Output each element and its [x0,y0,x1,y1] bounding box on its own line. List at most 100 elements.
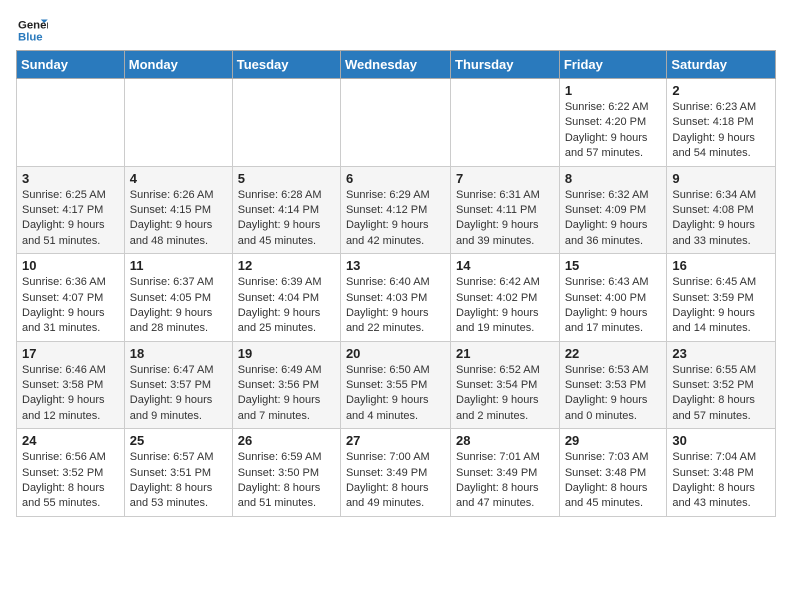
day-number: 21 [456,346,554,361]
calendar-cell: 14 Sunrise: 6:42 AM Sunset: 4:02 PM Dayli… [451,254,560,342]
calendar-header-wednesday: Wednesday [340,51,450,79]
day-info: Sunrise: 6:57 AM Sunset: 3:51 PM Dayligh… [130,450,227,512]
calendar-cell: 29 Sunrise: 7:03 AM Sunset: 3:48 PM Dayli… [559,429,667,517]
day-info: Sunrise: 6:49 AM Sunset: 3:56 PM Dayligh… [238,363,335,425]
calendar-week-3: 10 Sunrise: 6:36 AM Sunset: 4:07 PM Dayli… [17,254,776,342]
day-number: 4 [130,171,227,186]
day-number: 10 [22,258,119,273]
calendar-cell: 16Sunrise: 6:45 AM Sunset: 3:59 PM Dayli… [667,254,776,342]
calendar-cell: 13 Sunrise: 6:40 AM Sunset: 4:03 PM Dayli… [340,254,450,342]
calendar-cell: 10 Sunrise: 6:36 AM Sunset: 4:07 PM Dayli… [17,254,125,342]
day-number: 11 [130,258,227,273]
calendar-cell [451,79,560,167]
calendar-cell: 26Sunrise: 6:59 AM Sunset: 3:50 PM Dayli… [232,429,340,517]
day-info: Sunrise: 6:26 AM Sunset: 4:15 PM Dayligh… [130,188,227,250]
day-info: Sunrise: 6:42 AM Sunset: 4:02 PM Dayligh… [456,275,554,337]
calendar-cell: 23 Sunrise: 6:55 AM Sunset: 3:52 PM Dayli… [667,341,776,429]
calendar-cell [17,79,125,167]
calendar-week-2: 3 Sunrise: 6:25 AM Sunset: 4:17 PM Daylig… [17,166,776,254]
day-number: 1 [565,83,662,98]
calendar-header-friday: Friday [559,51,667,79]
calendar-cell: 3 Sunrise: 6:25 AM Sunset: 4:17 PM Daylig… [17,166,125,254]
day-info: Sunrise: 6:28 AM Sunset: 4:14 PM Dayligh… [238,188,335,250]
day-number: 2 [672,83,770,98]
calendar-header-tuesday: Tuesday [232,51,340,79]
logo-icon: General Blue [16,16,48,44]
day-number: 19 [238,346,335,361]
calendar-cell [340,79,450,167]
day-number: 22 [565,346,662,361]
day-number: 25 [130,433,227,448]
day-info: Sunrise: 6:22 AM Sunset: 4:20 PM Dayligh… [565,100,662,162]
calendar-cell: 6Sunrise: 6:29 AM Sunset: 4:12 PM Daylig… [340,166,450,254]
day-info: Sunrise: 6:50 AM Sunset: 3:55 PM Dayligh… [346,363,445,425]
day-number: 16 [672,258,770,273]
calendar-cell: 9 Sunrise: 6:34 AM Sunset: 4:08 PM Daylig… [667,166,776,254]
calendar-cell: 7Sunrise: 6:31 AM Sunset: 4:11 PM Daylig… [451,166,560,254]
calendar-cell: 19 Sunrise: 6:49 AM Sunset: 3:56 PM Dayli… [232,341,340,429]
day-info: Sunrise: 6:40 AM Sunset: 4:03 PM Dayligh… [346,275,445,337]
calendar-cell: 30 Sunrise: 7:04 AM Sunset: 3:48 PM Dayli… [667,429,776,517]
day-number: 28 [456,433,554,448]
day-info: Sunrise: 6:55 AM Sunset: 3:52 PM Dayligh… [672,363,770,425]
day-number: 14 [456,258,554,273]
day-number: 3 [22,171,119,186]
calendar-cell: 8 Sunrise: 6:32 AM Sunset: 4:09 PM Daylig… [559,166,667,254]
day-info: Sunrise: 6:23 AM Sunset: 4:18 PM Dayligh… [672,100,770,162]
day-info: Sunrise: 6:53 AM Sunset: 3:53 PM Dayligh… [565,363,662,425]
day-info: Sunrise: 6:56 AM Sunset: 3:52 PM Dayligh… [22,450,119,512]
svg-text:Blue: Blue [18,32,43,44]
day-info: Sunrise: 6:43 AM Sunset: 4:00 PM Dayligh… [565,275,662,337]
day-info: Sunrise: 7:01 AM Sunset: 3:49 PM Dayligh… [456,450,554,512]
calendar-cell: 18Sunrise: 6:47 AM Sunset: 3:57 PM Dayli… [124,341,232,429]
day-info: Sunrise: 6:46 AM Sunset: 3:58 PM Dayligh… [22,363,119,425]
calendar-cell: 25 Sunrise: 6:57 AM Sunset: 3:51 PM Dayli… [124,429,232,517]
calendar-cell: 21 Sunrise: 6:52 AM Sunset: 3:54 PM Dayli… [451,341,560,429]
calendar-header-saturday: Saturday [667,51,776,79]
calendar-cell: 17 Sunrise: 6:46 AM Sunset: 3:58 PM Dayli… [17,341,125,429]
page-header: General Blue [16,16,776,44]
day-number: 20 [346,346,445,361]
day-info: Sunrise: 7:00 AM Sunset: 3:49 PM Dayligh… [346,450,445,512]
day-info: Sunrise: 6:39 AM Sunset: 4:04 PM Dayligh… [238,275,335,337]
day-info: Sunrise: 6:29 AM Sunset: 4:12 PM Dayligh… [346,188,445,250]
day-number: 9 [672,171,770,186]
day-number: 27 [346,433,445,448]
day-number: 24 [22,433,119,448]
day-number: 5 [238,171,335,186]
day-info: Sunrise: 7:03 AM Sunset: 3:48 PM Dayligh… [565,450,662,512]
calendar-header-thursday: Thursday [451,51,560,79]
calendar-cell: 20 Sunrise: 6:50 AM Sunset: 3:55 PM Dayli… [340,341,450,429]
calendar-cell: 24 Sunrise: 6:56 AM Sunset: 3:52 PM Dayli… [17,429,125,517]
day-number: 23 [672,346,770,361]
calendar-week-4: 17 Sunrise: 6:46 AM Sunset: 3:58 PM Dayli… [17,341,776,429]
calendar-week-1: 1 Sunrise: 6:22 AM Sunset: 4:20 PM Daylig… [17,79,776,167]
calendar-cell: 4 Sunrise: 6:26 AM Sunset: 4:15 PM Daylig… [124,166,232,254]
calendar-header-sunday: Sunday [17,51,125,79]
calendar-cell: 27 Sunrise: 7:00 AM Sunset: 3:49 PM Dayli… [340,429,450,517]
logo: General Blue [16,16,48,44]
day-info: Sunrise: 6:36 AM Sunset: 4:07 PM Dayligh… [22,275,119,337]
day-number: 8 [565,171,662,186]
calendar-cell [232,79,340,167]
day-info: Sunrise: 6:34 AM Sunset: 4:08 PM Dayligh… [672,188,770,250]
calendar-cell: 12Sunrise: 6:39 AM Sunset: 4:04 PM Dayli… [232,254,340,342]
day-number: 13 [346,258,445,273]
day-number: 29 [565,433,662,448]
day-info: Sunrise: 6:32 AM Sunset: 4:09 PM Dayligh… [565,188,662,250]
day-info: Sunrise: 6:59 AM Sunset: 3:50 PM Dayligh… [238,450,335,512]
calendar-cell: 11 Sunrise: 6:37 AM Sunset: 4:05 PM Dayli… [124,254,232,342]
calendar-cell: 15Sunrise: 6:43 AM Sunset: 4:00 PM Dayli… [559,254,667,342]
day-info: Sunrise: 6:52 AM Sunset: 3:54 PM Dayligh… [456,363,554,425]
day-number: 17 [22,346,119,361]
day-info: Sunrise: 7:04 AM Sunset: 3:48 PM Dayligh… [672,450,770,512]
day-number: 30 [672,433,770,448]
calendar-header-monday: Monday [124,51,232,79]
day-info: Sunrise: 6:25 AM Sunset: 4:17 PM Dayligh… [22,188,119,250]
calendar-table: SundayMondayTuesdayWednesdayThursdayFrid… [16,50,776,517]
calendar-week-5: 24 Sunrise: 6:56 AM Sunset: 3:52 PM Dayli… [17,429,776,517]
day-info: Sunrise: 6:37 AM Sunset: 4:05 PM Dayligh… [130,275,227,337]
calendar-cell: 22 Sunrise: 6:53 AM Sunset: 3:53 PM Dayli… [559,341,667,429]
day-info: Sunrise: 6:47 AM Sunset: 3:57 PM Dayligh… [130,363,227,425]
calendar-cell: 2 Sunrise: 6:23 AM Sunset: 4:18 PM Daylig… [667,79,776,167]
